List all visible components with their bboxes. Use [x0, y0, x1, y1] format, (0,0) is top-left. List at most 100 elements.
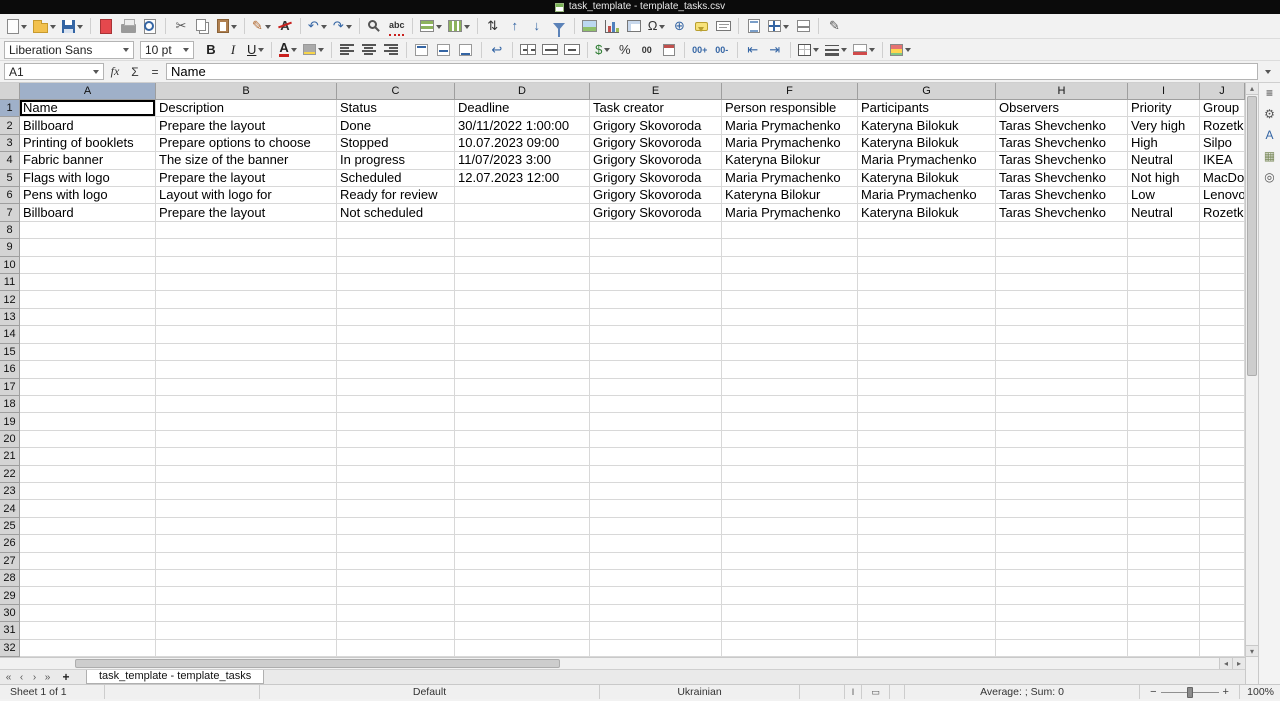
cell-D6[interactable] — [455, 187, 590, 205]
cell-C23[interactable] — [337, 482, 455, 501]
cell-G9[interactable] — [858, 239, 996, 257]
cell-A25[interactable] — [20, 517, 156, 536]
cell-I31[interactable] — [1128, 622, 1200, 640]
row-header-20[interactable]: 20 — [0, 430, 20, 449]
cell-I6[interactable]: Low — [1128, 187, 1200, 205]
zoom-in-button[interactable]: + — [1223, 686, 1229, 698]
row-header-22[interactable]: 22 — [0, 465, 20, 483]
cell-D4[interactable]: 11/07/2023 3:00 — [455, 152, 590, 170]
align-center-button[interactable] — [359, 40, 379, 60]
cell-A16[interactable] — [20, 361, 156, 379]
cell-H27[interactable] — [996, 552, 1128, 570]
cell-I27[interactable] — [1128, 552, 1200, 570]
vertical-scrollbar[interactable]: ▴ ▾ — [1245, 83, 1258, 657]
row-header-31[interactable]: 31 — [0, 622, 20, 640]
border-style-button[interactable] — [823, 40, 849, 60]
merge-and-center-cells-button[interactable] — [518, 40, 538, 60]
cell-G22[interactable] — [858, 465, 996, 483]
cell-B12[interactable] — [156, 291, 337, 309]
cell-H3[interactable]: Taras Shevchenko — [996, 134, 1128, 153]
cell-F10[interactable] — [722, 256, 858, 275]
next-sheet-button[interactable]: › — [28, 672, 41, 683]
cell-H21[interactable] — [996, 448, 1128, 466]
cell-H19[interactable] — [996, 413, 1128, 431]
cell-J16[interactable] — [1200, 361, 1245, 379]
cell-D2[interactable]: 30/11/2022 1:00:00 — [455, 117, 590, 135]
horizontal-scrollbar-thumb[interactable] — [75, 659, 560, 668]
cell-J28[interactable] — [1200, 569, 1245, 588]
cell-B32[interactable] — [156, 639, 337, 657]
cell-G2[interactable]: Kateryna Bilokuk — [858, 117, 996, 135]
cell-G7[interactable]: Kateryna Bilokuk — [858, 204, 996, 222]
cell-I2[interactable]: Very high — [1128, 117, 1200, 135]
cell-J23[interactable] — [1200, 482, 1245, 501]
cell-G24[interactable] — [858, 500, 996, 518]
sort-ascending-button[interactable]: ↑ — [505, 16, 525, 36]
cell-F16[interactable] — [722, 361, 858, 379]
insert-special-character-dropdown[interactable] — [659, 21, 666, 32]
column-header-G[interactable]: G — [858, 83, 996, 100]
formula-button[interactable]: = — [146, 65, 164, 79]
wrap-text-button[interactable]: ↩ — [487, 40, 507, 60]
cell-B26[interactable] — [156, 535, 337, 553]
clone-formatting-dropdown[interactable] — [264, 21, 271, 32]
cell-B17[interactable] — [156, 378, 337, 396]
cell-A6[interactable]: Pens with logo — [20, 187, 156, 205]
cell-A27[interactable] — [20, 552, 156, 570]
cell-G1[interactable]: Participants — [858, 100, 996, 118]
cell-G4[interactable]: Maria Prymachenko — [858, 152, 996, 170]
format-as-percent-button[interactable]: % — [615, 40, 635, 60]
font-size-combo[interactable]: 10 pt — [140, 40, 194, 59]
clone-formatting-button[interactable]: ✎ — [250, 16, 273, 36]
navigator-deck-icon[interactable]: ◎ — [1264, 170, 1274, 184]
cell-C13[interactable] — [337, 308, 455, 327]
cell-F25[interactable] — [722, 517, 858, 536]
cell-J4[interactable]: IKEA — [1200, 152, 1245, 170]
cell-I3[interactable]: High — [1128, 134, 1200, 153]
cell-I22[interactable] — [1128, 465, 1200, 483]
align-left-button[interactable] — [337, 40, 357, 60]
cell-H5[interactable]: Taras Shevchenko — [996, 169, 1128, 188]
row-header-14[interactable]: 14 — [0, 326, 20, 344]
scroll-right-button[interactable]: ▸ — [1232, 658, 1245, 669]
row-header-9[interactable]: 9 — [0, 239, 20, 257]
cell-H31[interactable] — [996, 622, 1128, 640]
cell-I15[interactable] — [1128, 343, 1200, 362]
row-header-21[interactable]: 21 — [0, 448, 20, 466]
selection-mode-indicator[interactable]: ▭ — [871, 687, 880, 698]
cut-button[interactable]: ✂ — [171, 16, 191, 36]
align-right-button[interactable] — [381, 40, 401, 60]
cell-C1[interactable]: Status — [337, 100, 455, 118]
cell-C17[interactable] — [337, 378, 455, 396]
row-header-30[interactable]: 30 — [0, 604, 20, 623]
cell-C16[interactable] — [337, 361, 455, 379]
cell-G12[interactable] — [858, 291, 996, 309]
bold-button[interactable]: B — [201, 40, 221, 60]
column-header-E[interactable]: E — [590, 83, 722, 100]
cell-C7[interactable]: Not scheduled — [337, 204, 455, 222]
cell-F11[interactable] — [722, 274, 858, 292]
cell-C15[interactable] — [337, 343, 455, 362]
cell-H13[interactable] — [996, 308, 1128, 327]
new-document-dropdown[interactable] — [21, 21, 27, 32]
cell-H4[interactable]: Taras Shevchenko — [996, 152, 1128, 170]
cell-B23[interactable] — [156, 482, 337, 501]
cell-D21[interactable] — [455, 448, 590, 466]
cell-F9[interactable] — [722, 239, 858, 257]
delete-decimal-place-button[interactable]: 00- — [712, 40, 732, 60]
cell-C9[interactable] — [337, 239, 455, 257]
cell-I12[interactable] — [1128, 291, 1200, 309]
format-as-currency-button[interactable]: $ — [593, 40, 613, 60]
column-header-B[interactable]: B — [156, 83, 337, 100]
cell-I21[interactable] — [1128, 448, 1200, 466]
cell-C18[interactable] — [337, 395, 455, 414]
cell-A2[interactable]: Billboard — [20, 117, 156, 135]
cell-G31[interactable] — [858, 622, 996, 640]
highlighting-color-dropdown[interactable] — [317, 44, 324, 55]
cell-D9[interactable] — [455, 239, 590, 257]
cell-I28[interactable] — [1128, 569, 1200, 588]
unmerge-cells-button[interactable] — [562, 40, 582, 60]
formula-input[interactable]: Name — [166, 63, 1258, 80]
cell-J31[interactable] — [1200, 622, 1245, 640]
row-header-2[interactable]: 2 — [0, 117, 20, 135]
